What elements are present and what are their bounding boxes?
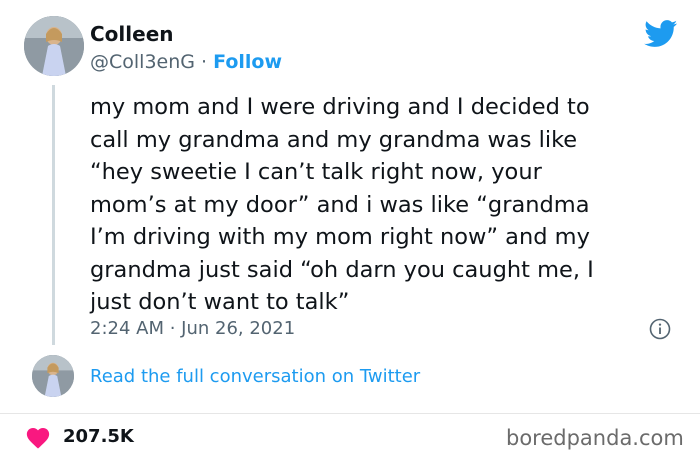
author-handle[interactable]: @Coll3enG — [90, 51, 195, 73]
thread-line — [52, 85, 55, 345]
author-avatar[interactable] — [24, 16, 84, 76]
author-name[interactable]: Colleen — [90, 22, 174, 46]
tweet-text: my mom and I were driving and I decided … — [90, 94, 594, 315]
heart-icon[interactable] — [25, 425, 51, 449]
like-count[interactable]: 207.5K — [63, 426, 134, 447]
follow-button[interactable]: Follow — [213, 51, 282, 73]
tweet-timestamp[interactable]: 2:24 AM · Jun 26, 2021 — [90, 318, 295, 339]
avatar-image — [32, 355, 74, 397]
conversation-avatar[interactable] — [32, 355, 74, 397]
avatar-image — [24, 16, 84, 76]
footer-divider — [0, 413, 700, 414]
info-icon[interactable] — [649, 318, 671, 340]
twitter-bird-icon[interactable] — [644, 20, 678, 48]
read-conversation-link[interactable]: Read the full conversation on Twitter — [90, 366, 420, 387]
author-handle-row: @Coll3enG · Follow — [90, 51, 282, 73]
watermark: boredpanda.com — [506, 426, 684, 450]
separator-dot: · — [201, 51, 208, 73]
